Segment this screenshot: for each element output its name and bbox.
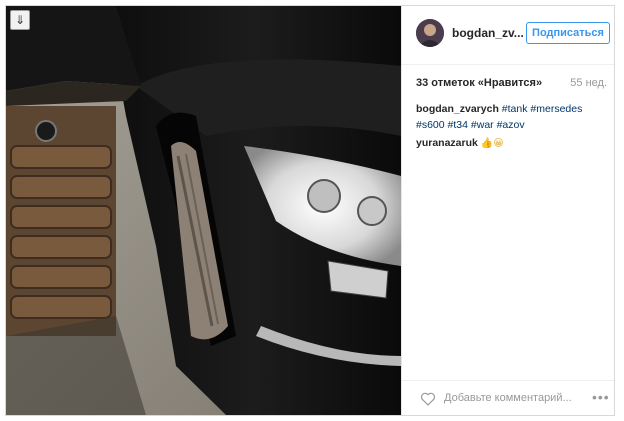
post-time[interactable]: 55 нед. bbox=[570, 77, 607, 89]
comment-author[interactable]: yuranazaruk bbox=[416, 137, 478, 149]
post-header: bogdan_zv... Подписаться bbox=[402, 6, 614, 65]
username-link[interactable]: bogdan_zv... bbox=[452, 26, 524, 40]
post-sidebar: bogdan_zv... Подписаться 33 отметок «Нра… bbox=[401, 6, 614, 415]
avatar[interactable] bbox=[416, 19, 444, 47]
comment-input[interactable] bbox=[444, 392, 574, 404]
post-caption: bogdan_zvarych #tank #mersedes #s600 #t3… bbox=[416, 101, 606, 133]
more-options-icon[interactable]: ••• bbox=[592, 389, 610, 405]
post-photo[interactable]: ⇓ bbox=[6, 6, 401, 415]
hashtag-link[interactable]: #mersedes bbox=[530, 103, 582, 115]
hashtag-link[interactable]: #war bbox=[471, 119, 494, 131]
instagram-post-embed: ⇓ bogdan_zv... Подписаться 33 отметок «Н… bbox=[5, 5, 615, 416]
follow-button[interactable]: Подписаться bbox=[526, 22, 610, 44]
download-icon[interactable]: ⇓ bbox=[10, 10, 30, 30]
photo-tank-and-mercedes bbox=[6, 6, 401, 415]
hashtag-link[interactable]: #azov bbox=[497, 119, 525, 131]
hashtag-link[interactable]: #tank bbox=[502, 103, 528, 115]
likes-count[interactable]: 33 отметок «Нравится» bbox=[416, 77, 542, 89]
comment: yuranazaruk 👍😀 bbox=[416, 137, 504, 149]
heart-icon[interactable] bbox=[420, 391, 436, 407]
caption-author[interactable]: bogdan_zvarych bbox=[416, 103, 499, 115]
hashtag-link[interactable]: #s600 bbox=[416, 119, 445, 131]
post-footer: ••• bbox=[402, 380, 614, 415]
hashtag-link[interactable]: #t34 bbox=[448, 119, 468, 131]
comment-emoji: 👍😀 bbox=[480, 138, 504, 149]
